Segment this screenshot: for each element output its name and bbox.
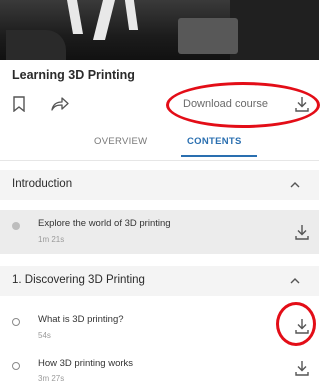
hero-shape [6,30,66,60]
section-header-discovering[interactable]: 1. Discovering 3D Printing [0,266,319,296]
item-title: Explore the world of 3D printing [38,218,171,229]
hero-shape [93,0,115,40]
section-title: Introduction [12,178,73,190]
status-dot [12,362,20,370]
section-header-introduction[interactable]: Introduction [0,170,319,200]
hero-shape [230,0,319,60]
hero-shape [178,18,238,54]
tab-contents[interactable]: CONTENTS [187,136,242,147]
item-title: What is 3D printing? [38,314,124,325]
tab-overview[interactable]: OVERVIEW [94,136,147,147]
chevron-up-icon[interactable] [289,178,301,190]
download-icon[interactable] [294,359,310,377]
download-icon[interactable] [294,95,310,113]
bookmark-icon[interactable] [12,96,26,113]
status-dot [12,222,20,230]
divider [0,160,319,161]
course-hero-image [0,0,319,60]
item-duration: 1m 21s [38,235,65,244]
status-dot [12,318,20,326]
hero-shape [67,0,83,34]
share-icon[interactable] [50,96,70,112]
download-course-button[interactable]: Download course [183,98,268,110]
list-item[interactable]: Explore the world of 3D printing 1m 21s [0,210,319,254]
list-item[interactable]: What is 3D printing? 54s [0,306,319,346]
course-title: Learning 3D Printing [12,68,135,82]
tab-bar: OVERVIEW CONTENTS [0,134,319,160]
hero-shape [124,0,139,30]
item-duration: 54s [38,331,51,340]
tab-selected-indicator [181,155,257,157]
list-item[interactable]: How 3D printing works 3m 27s [0,350,319,386]
section-title: 1. Discovering 3D Printing [12,274,145,286]
chevron-up-icon[interactable] [289,274,301,286]
download-icon[interactable] [294,317,310,335]
item-duration: 3m 27s [38,374,65,383]
item-title: How 3D printing works [38,358,134,369]
download-icon[interactable] [294,223,310,241]
